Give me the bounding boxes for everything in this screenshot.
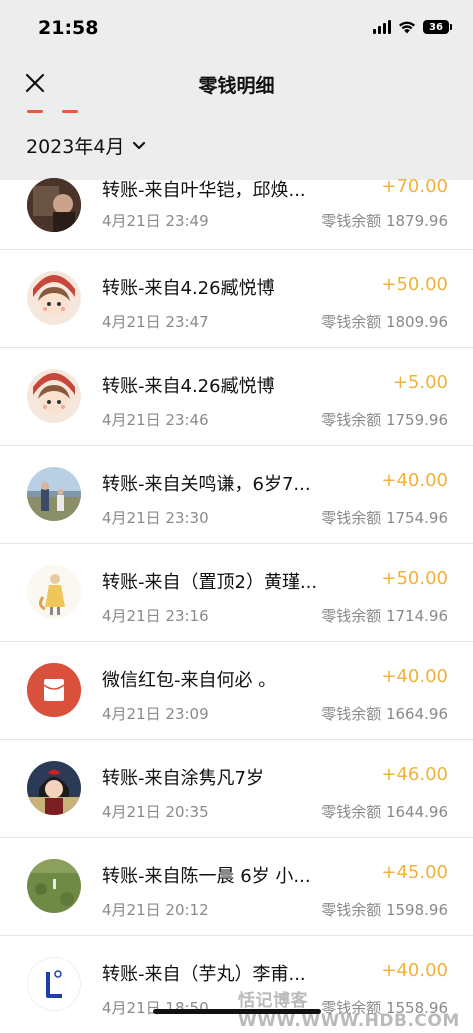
transaction-balance: 零钱余额 1754.96 <box>321 509 448 527</box>
transaction-row[interactable]: 转账-来自4.26臧悦博 +50.00 4月21日 23:47 零钱余额 180… <box>0 250 473 348</box>
transaction-title: 转账-来自4.26臧悦博 <box>102 278 275 299</box>
transaction-title: 转账-来自涂隽凡7岁 <box>102 768 264 789</box>
status-time: 21:58 <box>38 17 99 39</box>
transaction-row[interactable]: 微信红包-来自何必 。 +40.00 4月21日 23:09 零钱余额 1664… <box>0 642 473 740</box>
transaction-row[interactable]: 转账-来自叶华铠，邱焕... +70.00 4月21日 23:49 零钱余额 1… <box>0 176 473 250</box>
transaction-date: 4月21日 23:47 <box>102 313 209 331</box>
transaction-amount: +40.00 <box>381 470 448 491</box>
transaction-amount: +46.00 <box>381 764 448 785</box>
scrolled-content-peek <box>27 110 43 113</box>
month-filter-bar: 2023年4月 <box>0 110 473 180</box>
transaction-amount: +40.00 <box>381 960 448 981</box>
transaction-title: 微信红包-来自何必 。 <box>102 670 277 691</box>
battery-icon: 36 <box>423 20 452 34</box>
transaction-title: 转账-来自（置顶2）黄瑾... <box>102 572 318 593</box>
transaction-balance: 零钱余额 1879.96 <box>321 212 448 230</box>
transaction-title: 转账-来自（芋丸）李甫... <box>102 964 306 985</box>
transaction-balance: 零钱余额 1644.96 <box>321 803 448 821</box>
transaction-row[interactable]: 转账-来自陈一晨 6岁 小... +45.00 4月21日 20:12 零钱余额… <box>0 838 473 936</box>
status-icons: 36 <box>373 20 452 34</box>
scrolled-content-peek <box>62 110 78 113</box>
cellular-signal-icon <box>373 20 391 34</box>
illustration-avatar <box>27 565 81 619</box>
red-packet-icon <box>27 663 81 717</box>
transaction-title: 转账-来自关鸣谦，6岁7... <box>102 474 311 495</box>
transaction-row[interactable]: 转账-来自涂隽凡7岁 +46.00 4月21日 20:35 零钱余额 1644.… <box>0 740 473 838</box>
transaction-date: 4月21日 20:12 <box>102 901 209 919</box>
transaction-date: 4月21日 23:46 <box>102 411 209 429</box>
grass-photo-avatar <box>27 859 81 913</box>
anime-avatar <box>27 761 81 815</box>
transaction-row[interactable]: 转账-来自（置顶2）黄瑾... +50.00 4月21日 23:16 零钱余额 … <box>0 544 473 642</box>
transaction-date: 4月21日 23:30 <box>102 509 209 527</box>
nav-bar: 零钱明细 <box>0 58 473 110</box>
chevron-down-icon <box>133 141 146 149</box>
transaction-row[interactable]: 转账-来自关鸣谦，6岁7... +40.00 4月21日 23:30 零钱余额 … <box>0 446 473 544</box>
outdoor-photo-avatar <box>27 467 81 521</box>
transaction-date: 4月21日 20:35 <box>102 803 209 821</box>
transaction-date: 4月21日 23:16 <box>102 607 209 625</box>
transaction-amount: +40.00 <box>381 666 448 687</box>
transaction-amount: +50.00 <box>381 568 448 589</box>
photo-avatar <box>27 178 81 232</box>
transaction-row[interactable]: 转账-来自4.26臧悦博 +5.00 4月21日 23:46 零钱余额 1759… <box>0 348 473 446</box>
transaction-amount: +70.00 <box>381 176 448 197</box>
cartoon-girl-avatar <box>27 369 81 423</box>
status-bar: 21:58 36 <box>0 0 473 58</box>
wifi-icon <box>399 21 415 34</box>
transaction-list: 转账-来自叶华铠，邱焕... +70.00 4月21日 23:49 零钱余额 1… <box>0 176 473 1033</box>
transaction-balance: 零钱余额 1759.96 <box>321 411 448 429</box>
transaction-balance: 零钱余额 1809.96 <box>321 313 448 331</box>
transaction-amount: +5.00 <box>392 372 448 393</box>
transaction-amount: +50.00 <box>381 274 448 295</box>
transaction-title: 转账-来自4.26臧悦博 <box>102 376 275 397</box>
home-indicator[interactable] <box>153 1009 321 1014</box>
transaction-title: 转账-来自陈一晨 6岁 小... <box>102 866 311 887</box>
transaction-title: 转账-来自叶华铠，邱焕... <box>102 180 306 201</box>
month-selector[interactable]: 2023年4月 <box>26 132 146 159</box>
letter-l-avatar <box>27 957 81 1011</box>
transaction-balance: 零钱余额 1664.96 <box>321 705 448 723</box>
transaction-balance: 零钱余额 1714.96 <box>321 607 448 625</box>
transaction-date: 4月21日 18:50 <box>102 999 209 1017</box>
cartoon-girl-avatar <box>27 271 81 325</box>
transaction-amount: +45.00 <box>381 862 448 883</box>
page-title: 零钱明细 <box>198 75 275 97</box>
transaction-date: 4月21日 23:49 <box>102 212 209 230</box>
transaction-balance: 零钱余额 1598.96 <box>321 901 448 919</box>
month-label: 2023年4月 <box>26 136 125 158</box>
transaction-date: 4月21日 23:09 <box>102 705 209 723</box>
